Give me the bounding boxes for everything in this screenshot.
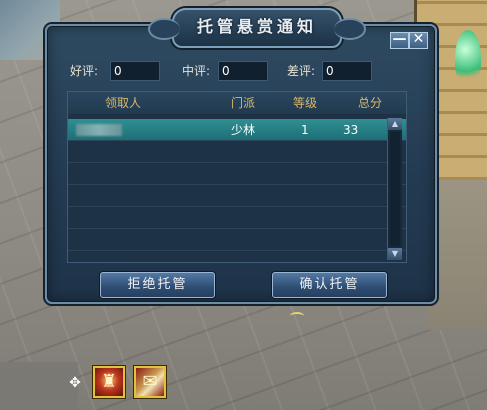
row-score: 33 xyxy=(343,123,359,137)
minimize-button[interactable]: — xyxy=(390,32,409,49)
table-scrollbar[interactable]: ▲ ▼ xyxy=(387,118,402,260)
bad-rating-value: 0 xyxy=(322,61,372,81)
neutral-rating-value: 0 xyxy=(218,61,268,81)
buff-glyph-shield: ♜ xyxy=(100,371,118,392)
good-rating: 好评: 0 xyxy=(70,61,160,81)
row-sect: 少林 xyxy=(231,123,256,137)
close-icon: ✕ xyxy=(412,31,425,47)
scroll-up-button[interactable]: ▲ xyxy=(388,118,402,130)
scroll-track[interactable] xyxy=(390,132,400,246)
claimer-name-blurred xyxy=(76,124,122,136)
minimize-icon: — xyxy=(392,31,407,47)
neutral-rating: 中评: 0 xyxy=(182,61,268,81)
dialog-title-plate[interactable]: 托管悬赏通知 xyxy=(148,8,366,48)
buff-glyph-scroll: ✉ xyxy=(142,371,158,392)
good-rating-value: 0 xyxy=(110,61,160,81)
table-row-empty xyxy=(68,185,406,207)
confirm-escrow-button[interactable]: 确认托管 xyxy=(272,272,387,298)
scene-sparkle xyxy=(290,312,304,320)
row-level: 1 xyxy=(301,123,309,137)
header-level: 等级 xyxy=(293,96,318,110)
triangle-down-icon: ▼ xyxy=(391,249,399,258)
rating-summary: 好评: 0 中评: 0 差评: 0 xyxy=(70,61,410,81)
header-sect: 门派 xyxy=(231,96,256,110)
header-score: 总分 xyxy=(358,96,383,110)
shield-emblem-icon[interactable]: ♜ xyxy=(93,366,125,398)
table-row-empty xyxy=(68,207,406,229)
scene-npc-character[interactable] xyxy=(455,30,481,86)
good-rating-label: 好评: xyxy=(70,64,99,78)
hud-panel xyxy=(0,362,78,410)
reject-escrow-button[interactable]: 拒绝托管 xyxy=(100,272,215,298)
table-row-empty xyxy=(68,229,406,251)
bad-rating-label: 差评: xyxy=(287,64,316,78)
triangle-up-icon: ▲ xyxy=(391,119,399,128)
dialog-title: 托管悬赏通知 xyxy=(196,17,317,36)
neutral-rating-label: 中评: xyxy=(182,64,211,78)
table-header: 领取人 门派 等级 总分 xyxy=(68,92,406,114)
bounty-notice-dialog: 托管悬赏通知 — ✕ 好评: 0 中评: 0 差评: 0 领取人 门派 等级 总… xyxy=(45,8,437,304)
move-cross-icon[interactable]: ✥ xyxy=(68,376,82,390)
header-claimer: 领取人 xyxy=(105,96,142,110)
claimer-table: 领取人 门派 等级 总分 少林 1 33 xyxy=(67,91,407,263)
scroll-emblem-icon[interactable]: ✉ xyxy=(134,366,166,398)
table-row-empty xyxy=(68,141,406,163)
table-row[interactable]: 少林 1 33 xyxy=(68,119,406,141)
close-button[interactable]: ✕ xyxy=(409,32,428,49)
bad-rating: 差评: 0 xyxy=(287,61,372,81)
scroll-down-button[interactable]: ▼ xyxy=(388,248,402,260)
table-row-empty xyxy=(68,163,406,185)
